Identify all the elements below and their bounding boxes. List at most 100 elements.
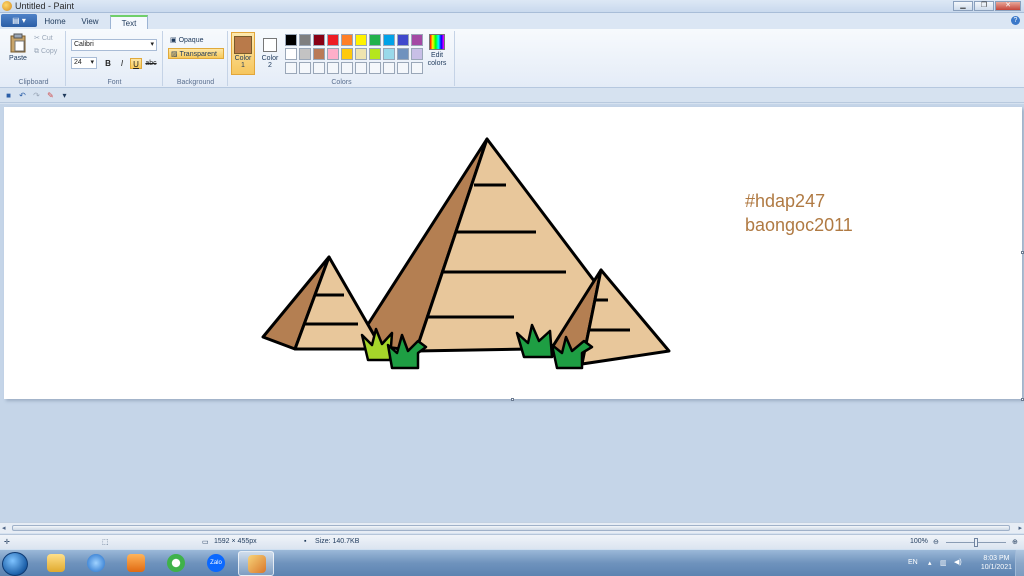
redo-icon[interactable]: ↷: [32, 91, 41, 100]
network-icon[interactable]: ▥: [940, 559, 947, 567]
palette-color-swatch[interactable]: [383, 34, 395, 46]
internet-explorer-icon: [87, 554, 105, 572]
palette-color-swatch[interactable]: [313, 34, 325, 46]
horizontal-scrollbar[interactable]: ◂ ▸: [0, 522, 1024, 533]
copy-button[interactable]: ⧉ Copy: [34, 48, 57, 56]
palette-color-swatch[interactable]: [299, 34, 311, 46]
help-icon[interactable]: ?: [1011, 16, 1020, 25]
customize-toolbar-icon[interactable]: ▾: [60, 91, 69, 100]
paint-menu-button[interactable]: ▤ ▾: [1, 14, 37, 27]
custom-color-slot[interactable]: [355, 62, 367, 74]
cursor-position-icon: ✛: [4, 539, 10, 546]
paint-app-icon[interactable]: [2, 1, 12, 11]
font-family-select[interactable]: Calibri ▾: [71, 39, 157, 51]
custom-color-slot[interactable]: [369, 62, 381, 74]
zoom-slider-thumb[interactable]: [974, 538, 978, 547]
custom-color-slot[interactable]: [313, 62, 325, 74]
taskbar-media-player[interactable]: [118, 551, 154, 576]
palette-color-swatch[interactable]: [383, 48, 395, 60]
minimize-button[interactable]: ▁: [953, 1, 973, 11]
tab-home[interactable]: Home: [42, 15, 68, 29]
save-icon[interactable]: ■: [4, 91, 13, 100]
palette-color-swatch[interactable]: [411, 34, 423, 46]
palette-color-swatch[interactable]: [369, 34, 381, 46]
clock[interactable]: 8:03 PM 10/1/2021: [981, 554, 1012, 572]
media-player-icon: [127, 554, 145, 572]
palette-color-swatch[interactable]: [369, 48, 381, 60]
tab-view[interactable]: View: [76, 15, 104, 29]
tray-expand-icon[interactable]: ▴: [928, 559, 932, 567]
clock-date: 10/1/2021: [980, 564, 1012, 571]
custom-color-slot[interactable]: [341, 62, 353, 74]
strikethrough-button[interactable]: abc: [145, 58, 157, 69]
close-button[interactable]: ✕: [995, 1, 1021, 11]
clipboard-group-label: Clipboard: [18, 79, 49, 86]
palette-color-swatch[interactable]: [341, 34, 353, 46]
scroll-left-arrow-icon[interactable]: ◂: [2, 524, 6, 532]
palette-color-swatch[interactable]: [299, 48, 311, 60]
zalo-icon: Zalo: [207, 554, 225, 572]
underline-button[interactable]: U: [130, 58, 142, 69]
show-desktop-button[interactable]: [1015, 550, 1024, 576]
edit-colors-label: Edit colors: [427, 52, 447, 67]
taskbar-internet-explorer[interactable]: [78, 551, 114, 576]
language-indicator[interactable]: EN: [908, 559, 918, 566]
custom-color-slot[interactable]: [327, 62, 339, 74]
canvas-text-line1: #hdap247: [745, 191, 826, 211]
palette-color-swatch[interactable]: [397, 34, 409, 46]
palette-color-swatch[interactable]: [411, 48, 423, 60]
maximize-button[interactable]: ❐: [974, 1, 994, 11]
undo-icon[interactable]: ↶: [18, 91, 27, 100]
paste-button[interactable]: Paste: [6, 33, 30, 62]
custom-color-slot[interactable]: [383, 62, 395, 74]
palette-color-swatch[interactable]: [327, 48, 339, 60]
colors-group: Color 1 Color 2 Edit colors Colors: [229, 31, 455, 86]
image-dimensions-icon: ▭: [202, 539, 209, 546]
taskbar: Zalo EN ▴ ▥ ◀) 8:03 PM 10/1/2021: [0, 549, 1024, 576]
palette-color-swatch[interactable]: [285, 34, 297, 46]
custom-color-slot[interactable]: [411, 62, 423, 74]
taskbar-coccoc-browser[interactable]: [158, 551, 194, 576]
palette-color-swatch[interactable]: [355, 48, 367, 60]
tab-text[interactable]: Text: [110, 15, 148, 29]
color2-button[interactable]: Color 2: [258, 32, 282, 75]
color1-button[interactable]: Color 1: [231, 32, 255, 75]
cut-label: Cut: [41, 35, 53, 42]
scroll-right-arrow-icon[interactable]: ▸: [1018, 524, 1022, 532]
bold-button[interactable]: B: [102, 58, 114, 69]
color1-swatch: [234, 36, 252, 54]
palette-color-swatch[interactable]: [355, 34, 367, 46]
custom-color-slot[interactable]: [285, 62, 297, 74]
coccoc-browser-icon: [167, 554, 185, 572]
palette-color-swatch[interactable]: [313, 48, 325, 60]
start-button[interactable]: [2, 552, 28, 576]
scrollbar-thumb[interactable]: [12, 525, 1010, 531]
color2-swatch: [263, 38, 277, 52]
palette-color-swatch[interactable]: [285, 48, 297, 60]
eraser-icon[interactable]: ✎: [46, 91, 55, 100]
resize-handle-bottom[interactable]: [511, 398, 514, 401]
palette-color-swatch[interactable]: [397, 48, 409, 60]
window-controls: ▁ ❐ ✕: [952, 1, 1021, 11]
cut-button[interactable]: ✂ Cut: [34, 34, 53, 42]
custom-color-slot[interactable]: [299, 62, 311, 74]
taskbar-paint[interactable]: [238, 551, 274, 576]
paste-icon: [10, 33, 26, 53]
palette-color-swatch[interactable]: [327, 34, 339, 46]
drawing-canvas[interactable]: #hdap247 baongoc2011: [4, 107, 1024, 401]
font-size-value: 24: [74, 59, 82, 66]
zoom-out-icon[interactable]: ⊖: [933, 538, 939, 546]
custom-color-slot[interactable]: [397, 62, 409, 74]
transparent-button[interactable]: ▨ Transparent: [168, 48, 224, 59]
taskbar-zalo[interactable]: Zalo: [198, 551, 234, 576]
zoom-in-icon[interactable]: ⊕: [1012, 538, 1018, 546]
taskbar-explorer[interactable]: [38, 551, 74, 576]
edit-colors-button[interactable]: Edit colors: [425, 34, 449, 74]
window-title: Untitled - Paint: [15, 1, 75, 11]
transparent-label: Transparent: [179, 51, 217, 58]
font-size-select[interactable]: 24 ▾: [71, 57, 97, 69]
volume-icon[interactable]: ◀): [954, 558, 962, 566]
palette-color-swatch[interactable]: [341, 48, 353, 60]
italic-button[interactable]: I: [116, 58, 128, 69]
opaque-button[interactable]: ▣ Opaque: [168, 35, 224, 46]
